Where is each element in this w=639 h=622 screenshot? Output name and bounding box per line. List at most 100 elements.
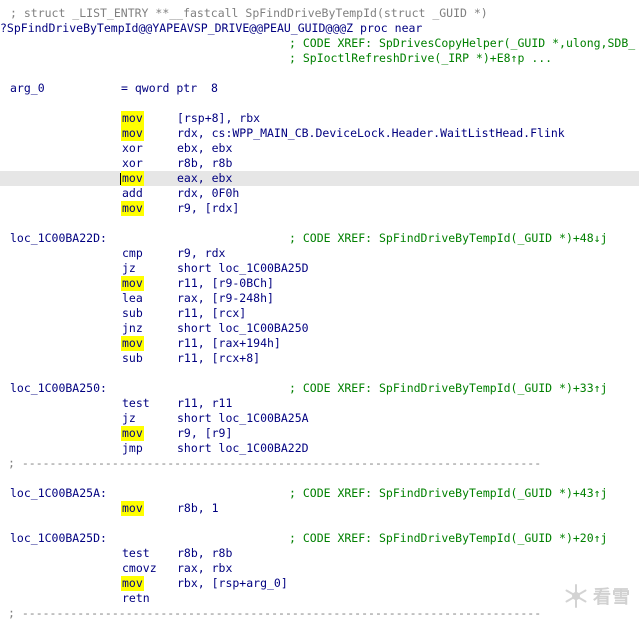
xref-comment[interactable]: ; CODE XREF: SpFindDriveByTempId(_GUID *… [289,486,608,501]
gutter-arrow-marker[interactable] [0,366,8,381]
instruction-line[interactable]: mov r8b, 1 [0,501,639,516]
instruction-operands[interactable]: rdx, cs:WPP_MAIN_CB.DeviceLock.Header.Wa… [177,126,565,141]
code-xref-line[interactable]: ; SpIoctlRefreshDrive(_IRP *)+E8↑p ... [0,51,639,66]
blank-line[interactable] [0,516,639,531]
instruction-operands[interactable]: r9, rdx [177,246,225,261]
instruction-mnemonic[interactable]: jz [121,411,137,426]
gutter-arrow-marker[interactable] [0,36,8,51]
gutter-arrow-marker[interactable] [0,426,8,441]
gutter-arrow-marker[interactable] [0,171,8,186]
instruction-mnemonic[interactable]: mov [121,276,144,291]
xref-comment[interactable]: ; CODE XREF: SpFindDriveByTempId(_GUID *… [289,231,608,246]
instruction-mnemonic[interactable]: mov [121,501,144,516]
instruction-operands[interactable]: rbx, [rsp+arg_0] [177,576,288,591]
gutter-arrow-marker[interactable] [0,381,8,396]
instruction-mnemonic[interactable]: cmp [121,246,144,261]
instruction-line[interactable]: add rdx, 0F0h [0,186,639,201]
instruction-mnemonic[interactable]: retn [121,591,151,606]
location-label[interactable]: loc_1C00BA25D: [10,531,107,546]
instruction-operands[interactable]: r9, [r9] [177,426,232,441]
gutter-arrow-marker[interactable] [0,51,8,66]
instruction-mnemonic[interactable]: test [121,396,151,411]
instruction-line[interactable]: mov r9, [rdx] [0,201,639,216]
instruction-mnemonic[interactable]: lea [121,291,144,306]
location-label-line[interactable]: loc_1C00BA22D: ; CODE XREF: SpFindDriveBy… [0,231,639,246]
gutter-arrow-marker[interactable] [0,471,8,486]
location-label-line[interactable]: loc_1C00BA25A: ; CODE XREF: SpFindDriveBy… [0,486,639,501]
gutter-arrow-marker[interactable] [0,516,8,531]
gutter-arrow-marker[interactable] [0,531,8,546]
instruction-mnemonic[interactable]: sub [121,351,144,366]
instruction-line[interactable]: mov rbx, [rsp+arg_0] [0,576,639,591]
instruction-operands[interactable]: short loc_1C00BA22D [177,441,309,456]
instruction-line[interactable]: mov r9, [r9] [0,426,639,441]
location-label[interactable]: loc_1C00BA250: [10,381,107,396]
gutter-arrow-marker[interactable] [0,111,8,126]
gutter-arrow-marker[interactable] [0,276,8,291]
instruction-operands[interactable]: r11, [r9-0BCh] [177,276,274,291]
instruction-line[interactable]: mov [rsp+8], rbx [0,111,639,126]
instruction-operands[interactable]: rax, [r9-248h] [177,291,274,306]
xref-comment[interactable]: ; CODE XREF: SpFindDriveByTempId(_GUID *… [289,381,608,396]
instruction-operands[interactable]: r11, [rcx+8] [177,351,260,366]
instruction-operands[interactable]: short loc_1C00BA25A [177,411,309,426]
instruction-line[interactable]: xor r8b, r8b [0,156,639,171]
blank-line[interactable] [0,366,639,381]
gutter-arrow-marker[interactable] [0,141,8,156]
instruction-line[interactable]: retn [0,591,639,606]
gutter-arrow-marker[interactable] [0,81,8,96]
instruction-line[interactable]: cmovz rax, rbx [0,561,639,576]
gutter-arrow-marker[interactable] [0,351,8,366]
instruction-line[interactable]: sub r11, [rcx+8] [0,351,639,366]
instruction-operands[interactable]: [rsp+8], rbx [177,111,260,126]
blank-line[interactable] [0,216,639,231]
gutter-arrow-marker[interactable] [0,126,8,141]
instruction-line[interactable]: cmp r9, rdx [0,246,639,261]
blank-line[interactable] [0,471,639,486]
gutter-arrow-marker[interactable] [0,6,8,21]
gutter-arrow-marker[interactable] [0,231,8,246]
gutter-arrow-marker[interactable] [0,576,8,591]
instruction-operands[interactable]: r8b, r8b [177,156,232,171]
instruction-operands[interactable]: rdx, 0F0h [177,186,239,201]
gutter-arrow-marker[interactable] [0,606,8,621]
instruction-mnemonic[interactable]: mov [121,576,144,591]
section-separator[interactable]: ; --------------------------------------… [0,456,639,471]
disassembly-listing[interactable]: ; struct _LIST_ENTRY **__fastcall SpFind… [0,0,639,622]
gutter-arrow-marker[interactable] [0,246,8,261]
gutter-arrow-marker[interactable] [0,501,8,516]
instruction-operands[interactable]: r9, [rdx] [177,201,239,216]
gutter-arrow-marker[interactable] [0,336,8,351]
instruction-mnemonic[interactable]: mov [121,126,144,141]
instruction-mnemonic[interactable]: sub [121,306,144,321]
gutter-arrow-marker[interactable] [0,216,8,231]
gutter-arrow-marker[interactable] [0,66,8,81]
gutter-arrow-marker[interactable] [0,186,8,201]
proc-declaration-line[interactable]: ?SpFindDriveByTempId@@YAPEAVSP_DRIVE@@PE… [0,21,639,36]
instruction-mnemonic[interactable]: jz [121,261,137,276]
instruction-operands[interactable]: r11, r11 [177,396,232,411]
gutter-arrow-marker[interactable] [0,441,8,456]
gutter-arrow-marker[interactable] [0,321,8,336]
gutter-arrow-marker[interactable] [0,546,8,561]
instruction-line[interactable]: lea rax, [r9-248h] [0,291,639,306]
code-xref-line[interactable]: ; CODE XREF: SpDrivesCopyHelper(_GUID *,… [0,36,639,51]
gutter-arrow-marker[interactable] [0,96,8,111]
instruction-mnemonic[interactable]: jmp [121,441,144,456]
instruction-line[interactable]: mov r11, [rax+194h] [0,336,639,351]
instruction-line[interactable]: jz short loc_1C00BA25A [0,411,639,426]
gutter-arrow-marker[interactable] [0,411,8,426]
proc-declaration-text[interactable]: ?SpFindDriveByTempId@@YAPEAVSP_DRIVE@@PE… [0,21,422,36]
gutter-arrow-marker[interactable] [0,396,8,411]
instruction-operands[interactable]: ebx, ebx [177,141,232,156]
instruction-operands[interactable]: rax, rbx [177,561,232,576]
stack-arg-definition[interactable]: arg_0 = qword ptr 8 [0,81,639,96]
instruction-mnemonic[interactable]: mov [121,171,144,186]
instruction-mnemonic[interactable]: xor [121,141,144,156]
instruction-operands[interactable]: r11, [rax+194h] [177,336,281,351]
instruction-mnemonic[interactable]: mov [121,111,144,126]
instruction-mnemonic[interactable]: jnz [121,321,144,336]
xref-comment[interactable]: ; CODE XREF: SpFindDriveByTempId(_GUID *… [289,531,608,546]
instruction-mnemonic[interactable]: xor [121,156,144,171]
gutter-arrow-marker[interactable] [0,201,8,216]
